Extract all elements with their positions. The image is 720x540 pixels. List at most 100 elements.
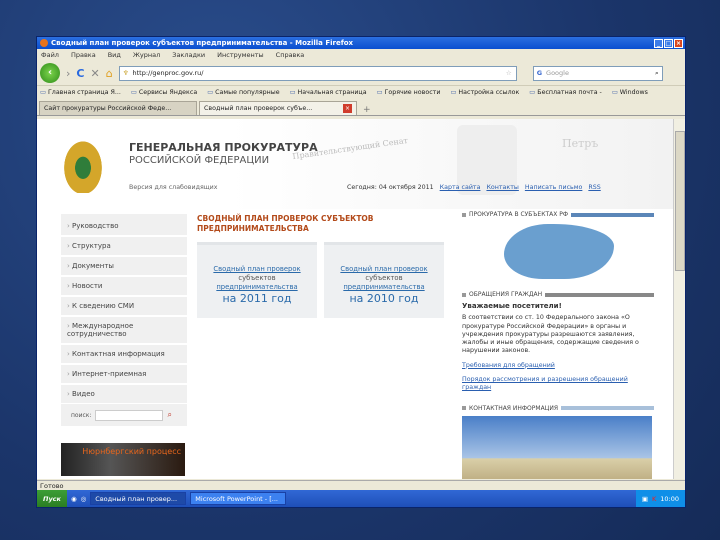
bookmark[interactable]: Самые популярные [207, 89, 279, 96]
link-contacts[interactable]: Контакты [486, 184, 518, 191]
nav-item[interactable]: Новости [61, 277, 187, 297]
search-label: поиск: [71, 411, 92, 419]
menu-view[interactable]: Вид [108, 51, 121, 59]
star-icon[interactable]: ☆ [506, 69, 516, 77]
taskbar: Пуск ◉ ◎ Сводный план провер... Microsoft… [37, 490, 685, 507]
stop-button[interactable]: ✕ [90, 67, 99, 80]
date: Сегодня: 04 октября 2011 [347, 184, 434, 191]
nav-item[interactable]: Видео [61, 385, 187, 405]
back-button[interactable]: ‹ [40, 63, 60, 83]
plan-year[interactable]: на 2010 год [324, 292, 444, 305]
web-page: ГЕНЕРАЛЬНАЯ ПРОКУРАТУРА РОССИЙСКОЙ ФЕДЕР… [37, 119, 674, 479]
vertical-scrollbar[interactable] [673, 119, 685, 479]
nav-item[interactable]: Руководство [61, 217, 187, 237]
task-firefox[interactable]: Сводный план провер... [90, 492, 187, 505]
minimize-button[interactable]: _ [654, 38, 663, 48]
plan-link[interactable]: Сводный план проверок [324, 265, 444, 274]
nav-item[interactable]: Структура [61, 237, 187, 257]
forward-button[interactable]: › [66, 67, 70, 80]
site-search-input[interactable] [95, 409, 164, 421]
close-button[interactable]: × [674, 38, 683, 48]
bookmark[interactable]: Начальная страница [290, 89, 367, 96]
title-bar: Сводный план проверок субъектов предприн… [37, 37, 685, 49]
scroll-thumb[interactable] [675, 131, 685, 271]
start-button[interactable]: Пуск [37, 490, 67, 507]
search-icon[interactable]: ⌕ [655, 69, 662, 78]
section-title: КОНТАКТНАЯ ИНФОРМАЦИЯ [469, 404, 558, 412]
google-icon: G [536, 69, 543, 77]
quicklaunch-icon[interactable]: ◎ [81, 495, 87, 503]
link-sitemap[interactable]: Карта сайта [440, 184, 481, 191]
bookmark[interactable]: Горячие новости [377, 89, 441, 96]
requirements-link[interactable]: Требования для обращений [462, 362, 654, 370]
plan-link[interactable]: предпринимательства [197, 283, 317, 292]
procedure-link[interactable]: Порядок рассмотрения и разрешения обраще… [462, 376, 654, 393]
plan-text: субъектов [365, 274, 403, 282]
site-subtitle: РОССИЙСКОЙ ФЕДЕРАЦИИ [129, 155, 270, 166]
reload-button[interactable]: C [76, 67, 84, 80]
menu-edit[interactable]: Правка [71, 51, 96, 59]
url-bar[interactable]: ♆ http://genproc.gov.ru/ ☆ [118, 65, 517, 81]
plan-2011-card[interactable]: Сводный план проверок субъектов предприним… [197, 242, 317, 318]
bookmark[interactable]: Бесплатная почта - [529, 89, 602, 96]
bookmark[interactable]: Сервисы Яндекса [131, 89, 197, 96]
bookmark[interactable]: Главная страница Я... [40, 89, 121, 96]
plan-text: субъектов [238, 274, 276, 282]
menu-bookmarks[interactable]: Закладки [172, 51, 205, 59]
plan-link[interactable]: Сводный план проверок [197, 265, 317, 274]
tab-strip: Сайт прокуратуры Российской Феде... Свод… [37, 99, 685, 116]
nav-item[interactable]: Международное сотрудничество [61, 317, 187, 345]
nav-item[interactable]: К сведению СМИ [61, 297, 187, 317]
nav-item[interactable]: Контактная информация [61, 345, 187, 365]
section-title: ОБРАЩЕНИЯ ГРАЖДАН [469, 291, 543, 298]
browser-window: Сводный план проверок субъектов предприн… [36, 36, 686, 508]
menu-help[interactable]: Справка [276, 51, 305, 59]
kaspersky-icon[interactable]: K [652, 495, 656, 503]
tab-plan[interactable]: Сводный план проверок субъе... × [199, 101, 357, 115]
search-box[interactable]: G Google ⌕ [532, 65, 663, 81]
home-button[interactable]: ⌂ [106, 67, 113, 80]
section-title: ПРОКУРАТУРА В СУБЪЕКТАХ РФ [469, 211, 569, 218]
menu-bar: Файл Правка Вид Журнал Закладки Инструменты Сп… [37, 49, 685, 61]
link-rss[interactable]: RSS [588, 184, 600, 191]
section-header: ПРОКУРАТУРА В СУБЪЕКТАХ РФ [462, 211, 654, 218]
appeals-text: В соответствии со ст. 10 Федерального за… [462, 314, 639, 355]
menu-history[interactable]: Журнал [133, 51, 160, 59]
search-value: Google [546, 69, 569, 77]
tray-icon[interactable]: ▣ [642, 495, 648, 503]
bookmarks-bar: Главная страница Я... Сервисы Яндекса Самы… [37, 85, 685, 99]
search-icon[interactable]: ⌕ [167, 410, 171, 420]
tab-label: Сводный план проверок субъе... [204, 105, 313, 112]
window-title: Сводный план проверок субъектов предприн… [51, 39, 354, 47]
tab-prosecutor-site[interactable]: Сайт прокуратуры Российской Феде... [39, 101, 197, 115]
plan-link[interactable]: предпринимательства [324, 283, 444, 292]
nav-item[interactable]: Интернет-приемная [61, 365, 187, 385]
bookmark[interactable]: Windows [612, 89, 648, 96]
task-powerpoint[interactable]: Microsoft PowerPoint - [... [190, 492, 287, 505]
system-tray: ▣ K 10:00 [635, 490, 685, 507]
plan-year[interactable]: на 2011 год [197, 292, 317, 305]
maximize-button[interactable]: □ [664, 38, 673, 48]
site-header: ГЕНЕРАЛЬНАЯ ПРОКУРАТУРА РОССИЙСКОЙ ФЕДЕР… [37, 119, 674, 209]
nav-toolbar: ‹ › C ✕ ⌂ ♆ http://genproc.gov.ru/ ☆ G Google ⌕ [37, 61, 685, 85]
plan-2010-card[interactable]: Сводный план проверок субъектов предприним… [324, 242, 444, 318]
accessibility-link[interactable]: Версия для слабовидящих [129, 184, 217, 191]
right-column: ПРОКУРАТУРА В СУБЪЕКТАХ РФ ОБРАЩЕНИЯ ГРА… [462, 211, 654, 479]
menu-file[interactable]: Файл [41, 51, 59, 59]
section-header: ОБРАЩЕНИЯ ГРАЖДАН [462, 291, 654, 298]
link-write[interactable]: Написать письмо [525, 184, 583, 191]
greeting: Уважаемые посетители! [462, 302, 562, 310]
menu-tools[interactable]: Инструменты [217, 51, 264, 59]
tab-label: Сайт прокуратуры Российской Феде... [44, 105, 172, 112]
nav-item[interactable]: Документы [61, 257, 187, 277]
building-photo [462, 415, 652, 479]
close-tab-icon[interactable]: × [343, 104, 352, 113]
bookmark[interactable]: Настройка ссылок [450, 89, 519, 96]
new-tab-button[interactable]: + [363, 105, 371, 115]
nuremberg-banner[interactable]: Нюрнбергский процесс [61, 443, 185, 476]
left-nav: РуководствоСтруктураДокументыНовостиК св… [61, 214, 187, 405]
firefox-icon [40, 39, 48, 47]
quicklaunch-icon[interactable]: ◉ [71, 495, 77, 503]
site-icon: ♆ [122, 69, 129, 77]
russia-map[interactable] [504, 224, 614, 279]
